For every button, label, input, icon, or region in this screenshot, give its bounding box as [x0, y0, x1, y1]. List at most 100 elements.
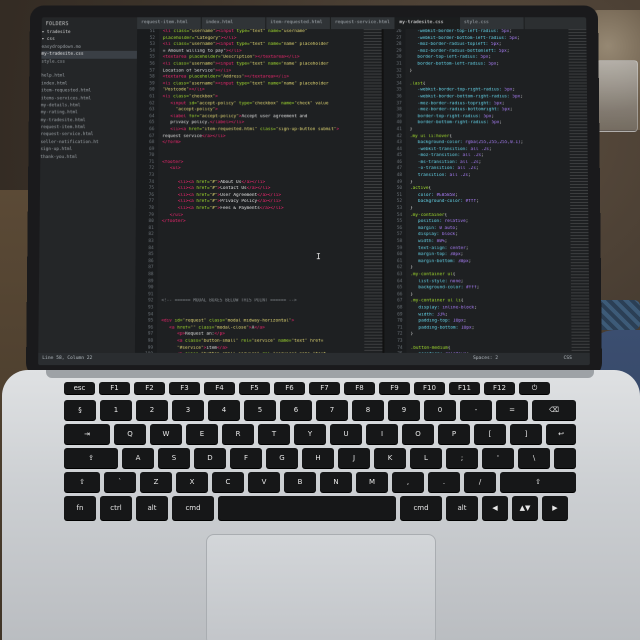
keyboard-key[interactable]: T: [258, 424, 290, 444]
minimap[interactable]: [363, 29, 383, 353]
code-line[interactable]: <a class="button-small" rel="service" na…: [161, 339, 362, 346]
code-line[interactable]: display: inline-block;: [410, 305, 589, 312]
editor-tab[interactable]: request-item.html: [137, 17, 202, 30]
keyboard-key[interactable]: /: [464, 472, 496, 492]
code-line[interactable]: [411, 339, 590, 346]
keyboard-key[interactable]: 0: [424, 400, 456, 420]
keyboard-key[interactable]: \: [518, 448, 550, 468]
keyboard-key[interactable]: L: [410, 448, 442, 468]
keyboard-key[interactable]: [: [474, 424, 506, 444]
keyboard-key[interactable]: F11: [449, 382, 480, 394]
keyboard-key[interactable]: [218, 496, 396, 520]
code-line[interactable]: <!-- ====== MODAL BOXES BELOW THIS POINT…: [161, 299, 362, 306]
sidebar-file[interactable]: request-item.html: [41, 124, 137, 131]
editor-pane-css[interactable]: 26 27 28 29 30 31 32 33 34 35 36 37 38 39 40 41 42 43 44 45…: [383, 29, 590, 353]
keyboard-key[interactable]: ⌫: [532, 400, 576, 420]
code-line[interactable]: }: [410, 180, 590, 187]
code-area[interactable]: <li class="username"><input type="text" …: [161, 29, 362, 353]
code-line[interactable]: "#service">item</a>: [161, 345, 362, 352]
code-line[interactable]: .my-container ul li{: [410, 299, 589, 306]
keyboard-key[interactable]: C: [212, 472, 244, 492]
code-line[interactable]: [162, 259, 363, 266]
keyboard-key[interactable]: G: [266, 448, 298, 468]
keyboard-key[interactable]: U: [330, 424, 362, 444]
sidebar-file[interactable]: style.css: [41, 58, 137, 65]
trackpad[interactable]: [206, 534, 436, 640]
keyboard-key[interactable]: §: [64, 400, 96, 420]
keyboard-key[interactable]: cmd: [400, 496, 442, 520]
keyboard-key[interactable]: 5: [244, 400, 276, 420]
code-line[interactable]: .my-container ul{: [410, 272, 589, 279]
code-line[interactable]: [161, 292, 362, 299]
sidebar-file[interactable]: my-rating.html: [41, 110, 137, 117]
keyboard-key[interactable]: Z: [140, 472, 172, 492]
keyboard-key[interactable]: fn: [64, 496, 96, 520]
keyboard-key[interactable]: ,: [392, 472, 424, 492]
keyboard-key[interactable]: F6: [274, 382, 305, 394]
keyboard-key[interactable]: V: [248, 472, 280, 492]
keyboard-key[interactable]: ↩: [546, 424, 576, 444]
keyboard-key[interactable]: 2: [136, 400, 168, 420]
sidebar-folder[interactable]: ▾ tradesite: [42, 29, 137, 36]
keyboard-key[interactable]: ': [482, 448, 514, 468]
editor-tab[interactable]: my-tradesite.css: [395, 17, 461, 30]
code-line[interactable]: background-color: #fff;: [410, 199, 590, 206]
editor-pane-html[interactable]: 51 52 53 54 55 56 57 58 59 60 61 62 63 64 65 66 67 68 69 70…: [134, 29, 383, 353]
code-line[interactable]: }: [410, 292, 589, 299]
keyboard-key[interactable]: F10: [414, 382, 445, 394]
keyboard-key[interactable]: B: [284, 472, 316, 492]
keyboard-key[interactable]: H: [302, 448, 334, 468]
keyboard-key[interactable]: S: [158, 448, 190, 468]
keyboard-key[interactable]: .: [428, 472, 460, 492]
keyboard-key[interactable]: cmd: [172, 496, 214, 520]
keyboard-key[interactable]: alt: [446, 496, 478, 520]
keyboard-key[interactable]: F3: [169, 382, 200, 394]
sidebar-file[interactable]: my-details.html: [41, 102, 137, 109]
editor-tab[interactable]: index.html: [201, 17, 267, 30]
keyboard-key[interactable]: -: [460, 400, 492, 420]
sidebar-file[interactable]: request-service.html: [41, 132, 137, 139]
sidebar-file[interactable]: my-tradesite.html: [41, 117, 137, 124]
keyboard-key[interactable]: ctrl: [100, 496, 132, 520]
code-line[interactable]: margin-top: 30px;: [410, 252, 590, 259]
syntax-mode[interactable]: CSS: [564, 356, 572, 361]
keyboard-key[interactable]: I: [366, 424, 398, 444]
minimap[interactable]: [568, 29, 590, 353]
code-line[interactable]: <a href="" class="modal-close">X</a>: [161, 325, 362, 332]
sidebar-file[interactable]: seller-notification.ht: [40, 139, 136, 146]
code-line[interactable]: margin-bottom: 30px;: [410, 259, 589, 266]
keyboard-key[interactable]: F8: [344, 382, 375, 394]
indentation-setting[interactable]: Spaces: 2: [473, 356, 498, 361]
keyboard-key[interactable]: 1: [100, 400, 132, 420]
keyboard-key[interactable]: N: [320, 472, 352, 492]
code-line[interactable]: <li><a href="#">Privacy Policy</a></li>: [162, 199, 362, 206]
keyboard-key[interactable]: F9: [379, 382, 410, 394]
keyboard-key[interactable]: D: [194, 448, 226, 468]
keyboard-key[interactable]: Q: [114, 424, 146, 444]
keyboard-key[interactable]: `: [104, 472, 136, 492]
keyboard-key[interactable]: ⇪: [64, 448, 118, 468]
keyboard-key[interactable]: ⏻: [519, 382, 550, 394]
code-line[interactable]: }: [410, 266, 589, 273]
code-line[interactable]: [162, 246, 362, 253]
keyboard-key[interactable]: ⇧: [64, 472, 100, 492]
keyboard-key[interactable]: F: [230, 448, 262, 468]
code-area[interactable]: -webkit-border-top-left-radius: 5px; -we…: [409, 29, 589, 353]
code-line[interactable]: [162, 239, 362, 246]
keyboard-key[interactable]: ▶: [542, 496, 568, 520]
keyboard-key[interactable]: F5: [239, 382, 270, 394]
keyboard-key[interactable]: 7: [316, 400, 348, 420]
keyboard-key[interactable]: F7: [309, 382, 340, 394]
sidebar-file[interactable]: items-services.html: [41, 95, 137, 102]
keyboard-key[interactable]: 9: [388, 400, 420, 420]
keyboard-key[interactable]: J: [338, 448, 370, 468]
keyboard-key[interactable]: alt: [136, 496, 168, 520]
sidebar-file[interactable]: help.html: [41, 73, 137, 80]
sidebar-file[interactable]: item-requested.html: [41, 88, 137, 95]
code-line[interactable]: <p>Request an:</p>: [161, 332, 362, 339]
keyboard-key[interactable]: R: [222, 424, 254, 444]
keyboard-key[interactable]: F1: [99, 382, 130, 394]
sidebar-file[interactable]: sign-up.html: [40, 146, 136, 153]
keyboard-key[interactable]: K: [374, 448, 406, 468]
sidebar-file[interactable]: my-tradesite.css: [41, 51, 137, 59]
